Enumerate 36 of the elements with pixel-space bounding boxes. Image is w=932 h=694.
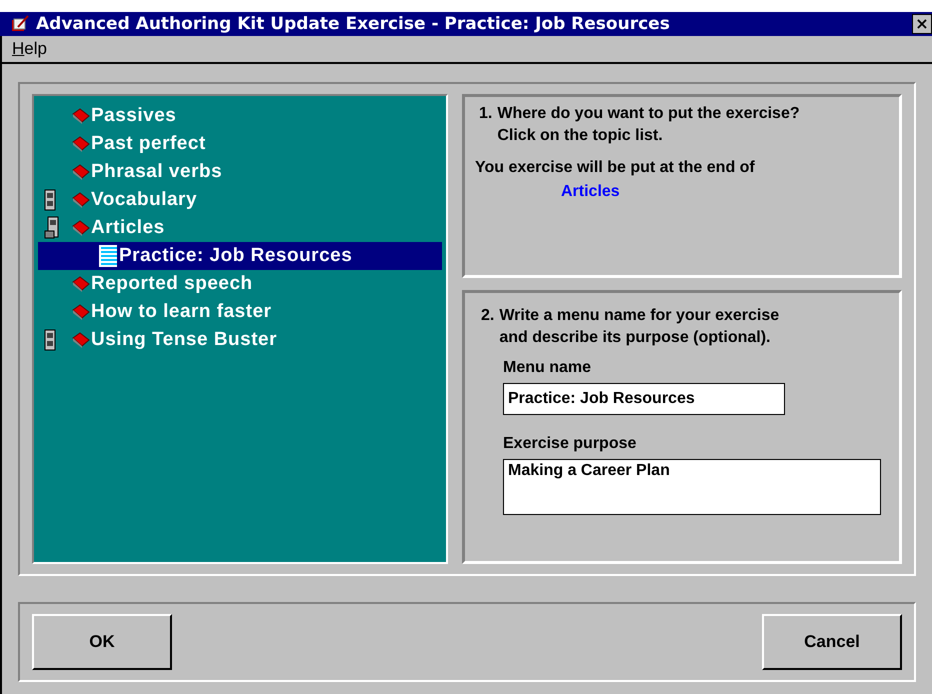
close-button[interactable]: ×: [912, 14, 932, 34]
step-number: 2.: [481, 307, 494, 326]
topic-item[interactable]: Phrasal verbs: [38, 158, 442, 186]
topic-item[interactable]: Practice: Job Resources: [38, 242, 442, 270]
topic-item[interactable]: How to learn faster: [38, 298, 442, 326]
book-icon: [72, 192, 90, 208]
dialog-button[interactable]: Cancel: [762, 614, 902, 670]
book-icon: [72, 276, 90, 292]
topic-item[interactable]: Past perfect: [38, 130, 442, 158]
topic-item[interactable]: Vocabulary: [38, 186, 442, 214]
field-label: Exercise purpose: [503, 435, 636, 453]
question-text: Where do you want to put the exercise?: [497, 105, 800, 123]
book-icon: [72, 164, 90, 180]
dialog-button[interactable]: OK: [32, 614, 172, 670]
menu-item[interactable]: Help: [12, 39, 47, 60]
field-label: Menu name: [503, 359, 592, 377]
topic-item[interactable]: Passives: [38, 102, 442, 130]
book-icon: [72, 304, 90, 320]
page-icon: [98, 244, 118, 268]
purpose-field[interactable]: Making a Career Plan: [503, 459, 881, 515]
step-number: 1.: [479, 105, 492, 124]
book-icon: [72, 136, 90, 152]
topic-item[interactable]: Reported speech: [38, 270, 442, 298]
book-icon: [72, 220, 90, 236]
topic-item[interactable]: Using Tense Buster: [38, 326, 442, 354]
book-icon: [72, 108, 90, 124]
hint-text: Click on the topic list.: [497, 127, 664, 145]
topic-item[interactable]: Articles: [38, 214, 442, 242]
window-title: Advanced Authoring Kit Update Exercise - Practice: Job Resources: [36, 14, 671, 34]
book-icon: [72, 332, 90, 348]
info-text: You exercise will be put at the end of: [475, 159, 756, 177]
instruction-text: Write a menu name for your exercise: [499, 307, 780, 325]
target-topic: Articles: [561, 183, 620, 201]
app-icon: [10, 15, 30, 34]
menu-name-field[interactable]: Practice: Job Resources: [503, 383, 785, 415]
instruction-text: and describe its purpose (optional).: [499, 329, 772, 347]
